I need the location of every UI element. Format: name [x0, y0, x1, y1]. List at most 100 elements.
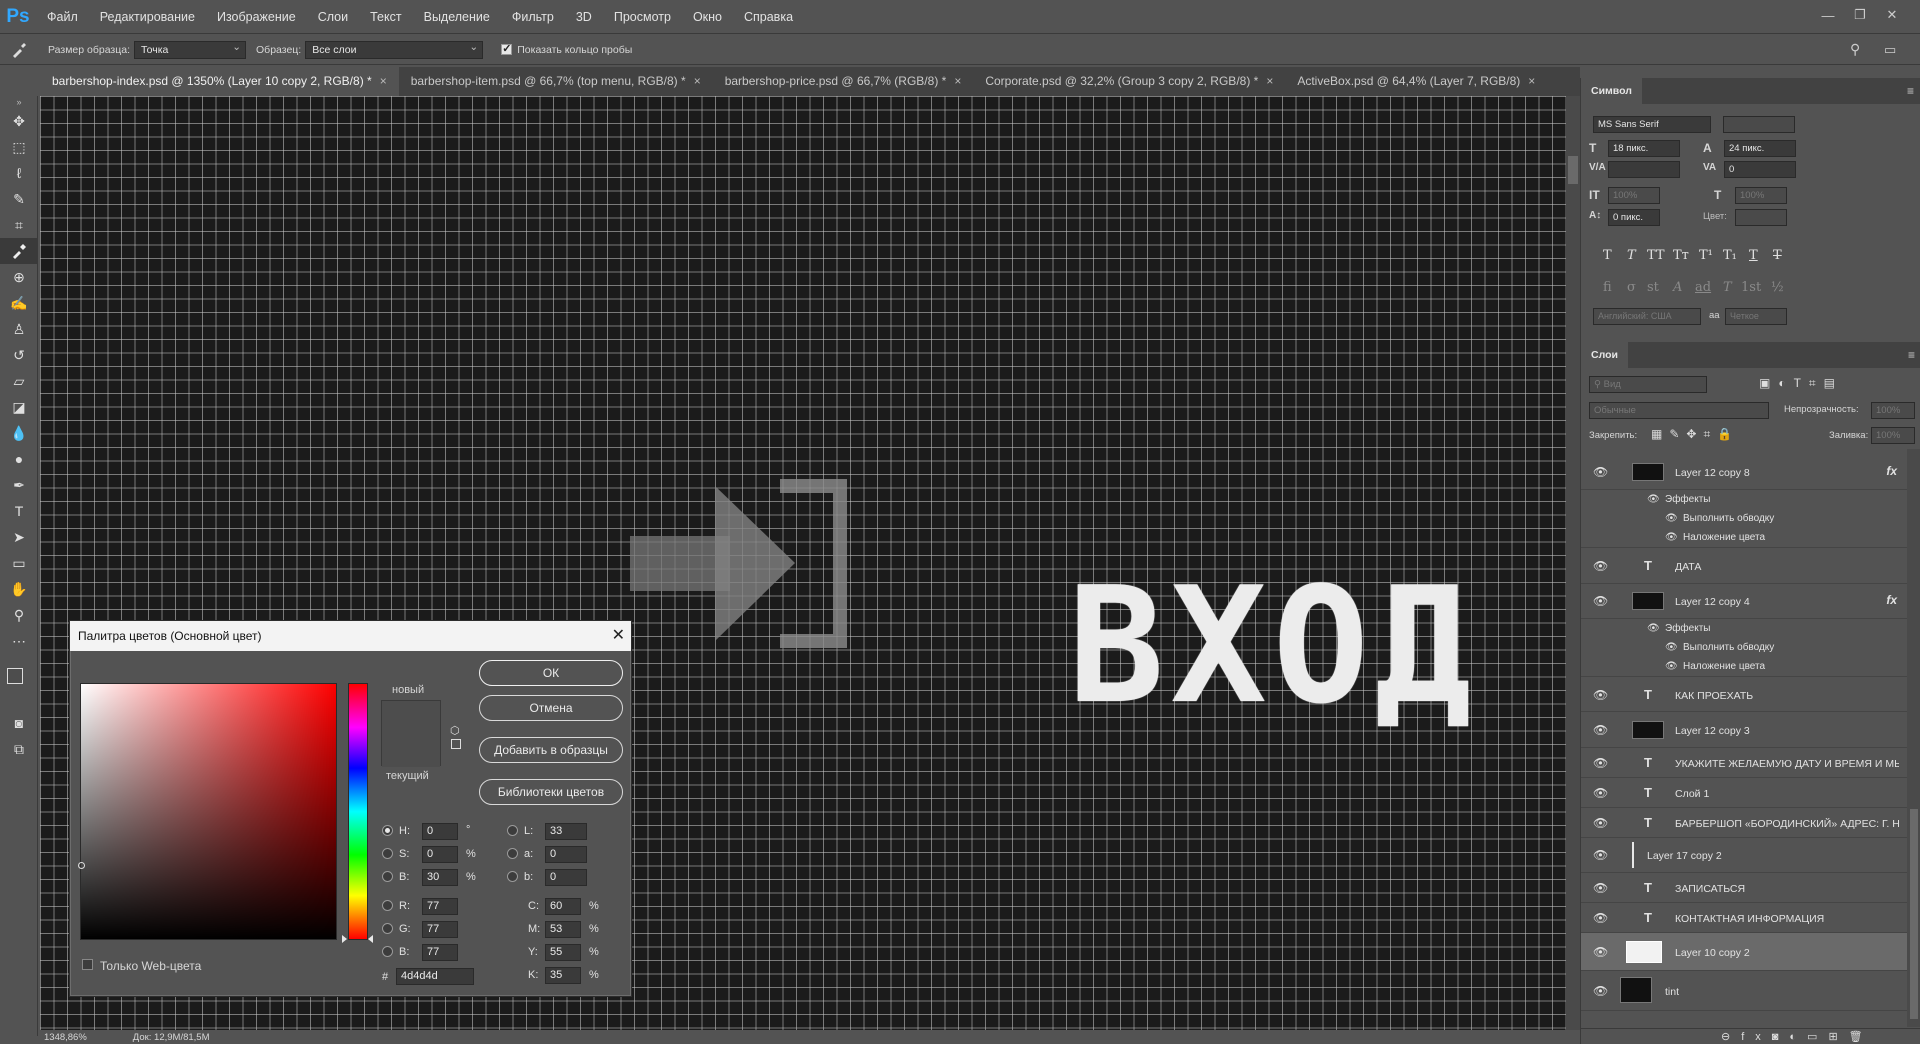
g-field[interactable]: 77: [422, 921, 458, 938]
ok-button[interactable]: ОК: [479, 660, 623, 686]
subscript-icon[interactable]: T₁: [1723, 248, 1737, 263]
pen-tool-icon[interactable]: ✒: [0, 472, 38, 498]
eye-icon[interactable]: 👁: [1665, 532, 1678, 543]
font-family-select[interactable]: MS Sans Serif: [1593, 116, 1711, 133]
fx-icon[interactable]: fx: [1886, 464, 1897, 478]
eye-icon[interactable]: 👁: [1593, 945, 1608, 959]
fx-icon[interactable]: fx: [1886, 593, 1897, 607]
baseline-shift-field[interactable]: 0 пикс.: [1608, 209, 1660, 226]
layer-row[interactable]: 👁 T КОНТАКТНАЯ ИНФОРМАЦИЯ: [1581, 903, 1907, 933]
a-field[interactable]: 0: [545, 846, 587, 863]
dodge-tool-icon[interactable]: ●: [0, 446, 38, 472]
ordinals-icon[interactable]: 1st: [1741, 280, 1761, 295]
k-field[interactable]: 35: [545, 967, 581, 984]
radio-a[interactable]: [507, 848, 518, 859]
eye-icon[interactable]: 👁: [1647, 623, 1660, 634]
eye-icon[interactable]: 👁: [1593, 559, 1608, 573]
close-tab-icon[interactable]: ×: [1528, 74, 1535, 88]
zoom-level[interactable]: 1348,86%: [44, 1032, 87, 1043]
eye-icon[interactable]: 👁: [1593, 881, 1608, 895]
faux-italic-icon[interactable]: T: [1627, 248, 1636, 263]
effects-row[interactable]: 👁 Эффекты: [1581, 620, 1907, 639]
superscript-icon[interactable]: T¹: [1699, 248, 1713, 263]
effect-overlay-row[interactable]: 👁 Наложение цвета: [1581, 529, 1907, 548]
effect-stroke-row[interactable]: 👁 Выполнить обводку: [1581, 510, 1907, 529]
h-field[interactable]: 0: [422, 823, 458, 840]
hand-tool-icon[interactable]: ✋: [0, 576, 38, 602]
contextual-alternates-icon[interactable]: σ: [1627, 280, 1636, 295]
fill-field[interactable]: 100%: [1871, 427, 1915, 444]
font-size-field[interactable]: 18 пикс.: [1608, 140, 1680, 157]
tab-symbol[interactable]: Символ: [1581, 78, 1642, 104]
hex-field[interactable]: 4d4d4d: [396, 968, 474, 985]
panel-menu-icon[interactable]: ≡: [1908, 348, 1915, 362]
l-field[interactable]: 33: [545, 823, 587, 840]
radio-bv[interactable]: [382, 946, 393, 957]
zoom-tool-icon[interactable]: ⚲: [0, 602, 38, 628]
tracking-field[interactable]: 0: [1724, 161, 1796, 178]
layer-row[interactable]: 👁 Layer 12 copy 8 fx: [1581, 455, 1907, 490]
saturation-brightness-field[interactable]: [78, 683, 337, 940]
eye-icon[interactable]: 👁: [1593, 465, 1608, 479]
y-field[interactable]: 55: [545, 944, 581, 961]
close-tab-icon[interactable]: ×: [694, 74, 701, 88]
menu-file[interactable]: Файл: [36, 0, 89, 34]
menu-view[interactable]: Просмотр: [603, 0, 682, 34]
radio-r[interactable]: [382, 900, 393, 911]
menu-layers[interactable]: Слои: [307, 0, 359, 34]
quick-mask-icon[interactable]: ◙: [0, 710, 38, 736]
layer-row[interactable]: 👁 T УКАЖИТЕ ЖЕЛАЕМУЮ ДАТУ И ВРЕМЯ И МЫ..…: [1581, 748, 1907, 778]
paint-bucket-icon[interactable]: ◪: [0, 394, 38, 420]
eye-icon[interactable]: 👁: [1593, 911, 1608, 925]
radio-s[interactable]: [382, 848, 393, 859]
brush-tool-icon[interactable]: ✍: [0, 290, 38, 316]
path-select-icon[interactable]: ➤: [0, 524, 38, 550]
leading-field[interactable]: 24 пикс.: [1724, 140, 1796, 157]
quick-select-tool-icon[interactable]: ✎: [0, 186, 38, 212]
scroll-thumb[interactable]: [1568, 156, 1578, 184]
swash-icon[interactable]: A: [1673, 280, 1682, 295]
b-field[interactable]: 30: [422, 869, 458, 886]
menu-3d[interactable]: 3D: [565, 0, 603, 34]
sample-size-select[interactable]: Точка: [134, 39, 247, 59]
lock-icons[interactable]: ▦✎✥⌗🔒: [1651, 427, 1739, 442]
effects-row[interactable]: 👁 Эффекты: [1581, 491, 1907, 510]
bv-field[interactable]: 77: [422, 944, 458, 961]
c-field[interactable]: 60: [545, 898, 581, 915]
discretionary-ligatures-icon[interactable]: st: [1647, 280, 1659, 295]
menu-filter[interactable]: Фильтр: [501, 0, 565, 34]
close-tab-icon[interactable]: ×: [1266, 74, 1273, 88]
tab-corporate[interactable]: Corporate.psd @ 32,2% (Group 3 copy 2, R…: [973, 67, 1286, 96]
close-window-icon[interactable]: ✕: [1876, 0, 1908, 30]
current-color-swatch[interactable]: [382, 734, 440, 767]
layer-filter-select[interactable]: ⚲ Вид: [1589, 376, 1707, 393]
layer-filter-icons[interactable]: ▣◐T⌗▤: [1759, 376, 1843, 391]
layer-row[interactable]: 👁 T ДАТА: [1581, 549, 1907, 584]
layers-scrollbar[interactable]: [1907, 449, 1920, 1027]
eye-icon[interactable]: 👁: [1593, 848, 1608, 862]
web-safe-icon[interactable]: [451, 739, 461, 749]
sample-select[interactable]: Все слои: [305, 39, 484, 59]
layer-row[interactable]: 👁 T Слой 1: [1581, 778, 1907, 808]
eyedropper-preset-icon[interactable]: [0, 41, 38, 59]
tab-barbershop-price[interactable]: barbershop-price.psd @ 66,7% (RGB/8) * ×: [712, 67, 974, 96]
eye-icon[interactable]: 👁: [1647, 494, 1660, 505]
eraser-tool-icon[interactable]: ▱: [0, 368, 38, 394]
opacity-field[interactable]: 100%: [1871, 402, 1915, 419]
add-to-swatches-button[interactable]: Добавить в образцы: [479, 737, 623, 763]
text-color-swatch[interactable]: [1735, 209, 1787, 226]
eye-icon[interactable]: 👁: [1593, 984, 1608, 998]
tab-barbershop-item[interactable]: barbershop-item.psd @ 66,7% (top menu, R…: [398, 67, 713, 96]
small-caps-icon[interactable]: Tт: [1673, 248, 1689, 263]
eyedropper-tool-icon[interactable]: [0, 238, 38, 264]
history-brush-icon[interactable]: ↺: [0, 342, 38, 368]
hue-slider-left-arrow-icon[interactable]: [342, 935, 347, 943]
color-swatches[interactable]: [0, 654, 38, 710]
ligatures-icon[interactable]: fi: [1603, 280, 1612, 295]
layer-row[interactable]: 👁 T ЗАПИСАТЬСЯ: [1581, 873, 1907, 903]
radio-l[interactable]: [507, 825, 518, 836]
tab-barbershop-index[interactable]: barbershop-index.psd @ 1350% (Layer 10 c…: [40, 67, 399, 96]
radio-h[interactable]: [382, 825, 393, 836]
foreground-color-icon[interactable]: [7, 668, 23, 684]
eye-icon[interactable]: 👁: [1593, 688, 1608, 702]
